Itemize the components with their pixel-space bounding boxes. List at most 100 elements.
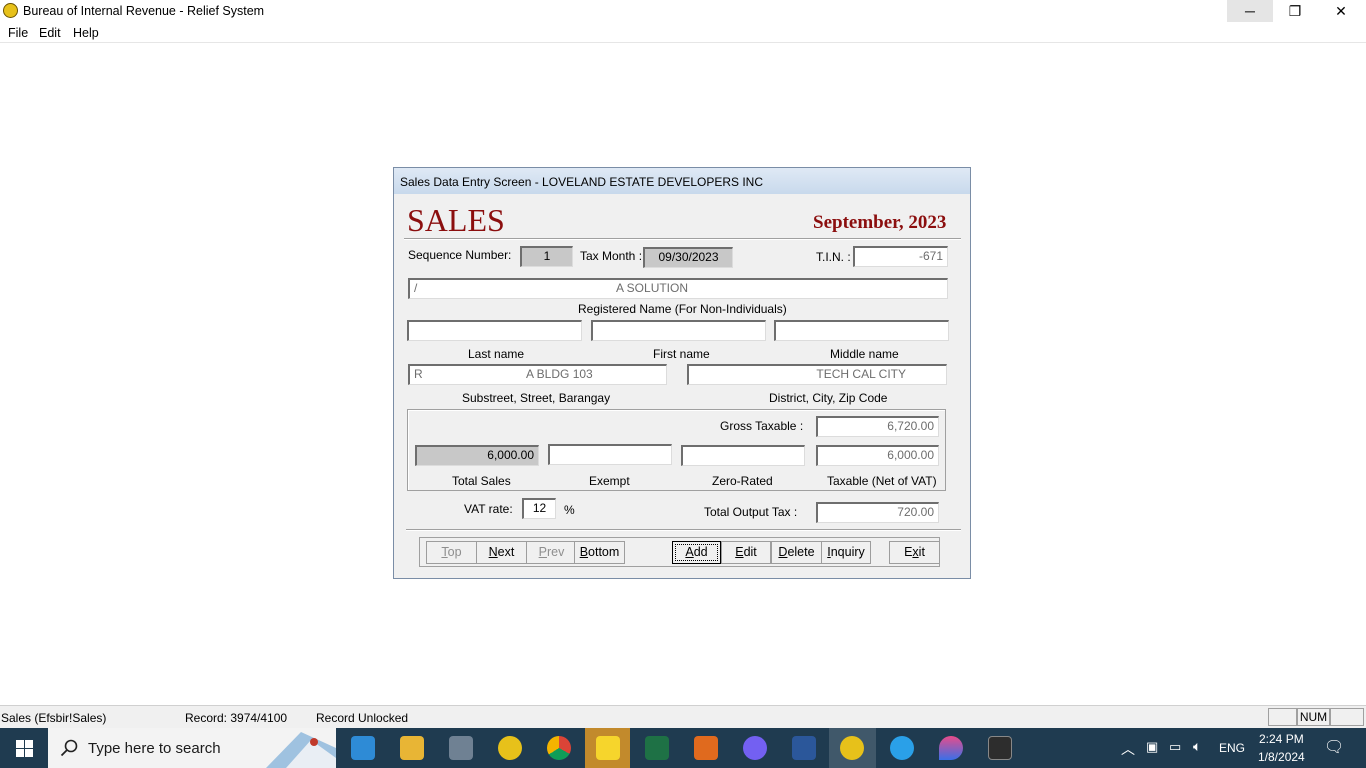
sales-heading: SALES [407, 202, 505, 238]
excel-icon[interactable] [645, 736, 669, 760]
mail-icon[interactable] [351, 736, 375, 760]
zero-rated-field[interactable] [681, 445, 805, 466]
meet-icon[interactable]: ▣ [1146, 739, 1158, 755]
relief-app-icon[interactable] [498, 736, 522, 760]
search-icon [60, 739, 78, 757]
registered-name-label: Registered Name (For Non-Individuals) [578, 302, 787, 316]
sequence-field[interactable]: 1 [520, 246, 573, 267]
street-prefix: R [414, 367, 423, 381]
street-field[interactable]: R A BLDG 103 [408, 364, 667, 385]
chrome-icon[interactable] [547, 736, 571, 760]
minimize-button[interactable]: ─ [1227, 0, 1273, 22]
status-pane-blank [1268, 708, 1297, 726]
total-sales-field[interactable]: 6,000.00 [415, 445, 539, 466]
sequence-label: Sequence Number: [408, 248, 512, 262]
title-bar: Bureau of Internal Revenue - Relief Syst… [0, 0, 1366, 22]
last-name-label: Last name [468, 347, 525, 361]
clock-date[interactable]: 1/8/2024 [1258, 750, 1305, 764]
taskbar-search-box[interactable]: Type here to search [48, 728, 336, 768]
start-button[interactable] [0, 728, 48, 768]
navigation-button-bar: Top Next Prev Bottom Add Edit Delete Inq… [419, 537, 940, 567]
tax-month-field[interactable]: 09/30/2023 [643, 247, 733, 268]
divider [404, 238, 961, 240]
inquiry-button[interactable]: Inquiry [821, 541, 871, 564]
percent-sign: % [564, 503, 575, 517]
city-label: District, City, Zip Code [769, 391, 888, 405]
menu-bar: File Edit Help [0, 23, 1366, 43]
window-title: Bureau of Internal Revenue - Relief Syst… [23, 4, 265, 18]
taxable-label: Taxable (Net of VAT) [827, 474, 937, 488]
street-text: A BLDG 103 [526, 367, 593, 381]
taxable-field[interactable]: 6,000.00 [816, 445, 939, 466]
file-explorer-icon[interactable] [400, 736, 424, 760]
search-highlight-image [266, 732, 336, 768]
language-indicator[interactable]: ENG [1219, 741, 1245, 755]
calculator-icon[interactable] [449, 736, 473, 760]
network-icon[interactable]: ▭ [1169, 739, 1181, 755]
top-button[interactable]: Top [426, 541, 477, 564]
dialog-caption-bar[interactable]: Sales Data Entry Screen - LOVELAND ESTAT… [394, 168, 970, 194]
close-button[interactable]: ✕ [1318, 0, 1364, 22]
output-tax-label: Total Output Tax : [704, 505, 798, 519]
exit-button[interactable]: Exit [889, 541, 940, 564]
tin-field[interactable]: -671 [853, 246, 948, 267]
divider [406, 529, 961, 531]
sticky-notes-icon [596, 736, 620, 760]
app-icon [3, 3, 18, 18]
middle-name-field[interactable] [774, 320, 949, 341]
month-heading: September, 2023 [813, 212, 947, 233]
menu-edit[interactable]: Edit [39, 26, 61, 40]
street-label: Substreet, Street, Barangay [462, 391, 611, 405]
edit-button[interactable]: Edit [721, 541, 771, 564]
status-lock: Record Unlocked [316, 711, 409, 725]
vat-rate-field[interactable]: 12 [522, 498, 556, 519]
city-field[interactable]: TECH CAL CITY [687, 364, 947, 385]
paint-app-icon[interactable] [939, 736, 963, 760]
sync-app-icon[interactable] [890, 736, 914, 760]
total-sales-label: Total Sales [452, 474, 511, 488]
windows-icon [16, 740, 33, 757]
status-bar: Sales (Efsbir!Sales) Record: 3974/4100 R… [0, 705, 1366, 729]
chevron-up-icon[interactable]: ︿ [1121, 739, 1135, 759]
sales-entry-dialog: Sales Data Entry Screen - LOVELAND ESTAT… [393, 167, 971, 579]
bottom-button[interactable]: Bottom [574, 541, 625, 564]
relief-active-tab[interactable] [829, 728, 876, 768]
dialog-caption: Sales Data Entry Screen - LOVELAND ESTAT… [400, 175, 764, 189]
exempt-field[interactable] [548, 444, 672, 465]
notification-icon[interactable]: 🗨︎ [1324, 737, 1344, 757]
status-table: Sales (Efsbir!Sales) [1, 711, 107, 725]
middle-name-label: Middle name [830, 347, 899, 361]
menu-help[interactable]: Help [73, 26, 99, 40]
gross-taxable-field[interactable]: 6,720.00 [816, 416, 939, 437]
star-app-icon[interactable] [988, 736, 1012, 760]
registered-name-text: A SOLUTION [616, 281, 689, 295]
restore-button[interactable]: ❐ [1272, 0, 1318, 22]
status-num: NUM [1297, 708, 1330, 726]
relief-running-icon [840, 736, 864, 760]
registered-name-prefix: / [414, 281, 418, 295]
first-name-field[interactable] [591, 320, 766, 341]
volume-icon[interactable]: 🔈︎ [1193, 738, 1201, 755]
clock-time[interactable]: 2:24 PM [1259, 732, 1304, 746]
registered-name-field[interactable]: / A SOLUTION [408, 278, 948, 299]
word-icon[interactable] [792, 736, 816, 760]
search-placeholder: Type here to search [88, 740, 221, 757]
zero-rated-label: Zero-Rated [712, 474, 773, 488]
next-button[interactable]: Next [476, 541, 527, 564]
menu-file[interactable]: File [8, 26, 28, 40]
sticky-notes-active[interactable] [585, 728, 630, 768]
output-tax-field[interactable]: 720.00 [816, 502, 939, 523]
vat-rate-label: VAT rate: [464, 502, 513, 516]
status-record: Record: 3974/4100 [185, 711, 288, 725]
status-pane-blank [1330, 708, 1364, 726]
tax-month-label: Tax Month : [580, 249, 643, 263]
tin-label: T.I.N. : [816, 250, 851, 264]
prev-button[interactable]: Prev [526, 541, 577, 564]
first-name-label: First name [653, 347, 710, 361]
gross-taxable-label: Gross Taxable : [720, 419, 804, 433]
fox-app-icon[interactable] [694, 736, 718, 760]
add-button[interactable]: Add [672, 541, 721, 564]
viber-icon[interactable] [743, 736, 767, 760]
delete-button[interactable]: Delete [771, 541, 822, 564]
last-name-field[interactable] [407, 320, 582, 341]
